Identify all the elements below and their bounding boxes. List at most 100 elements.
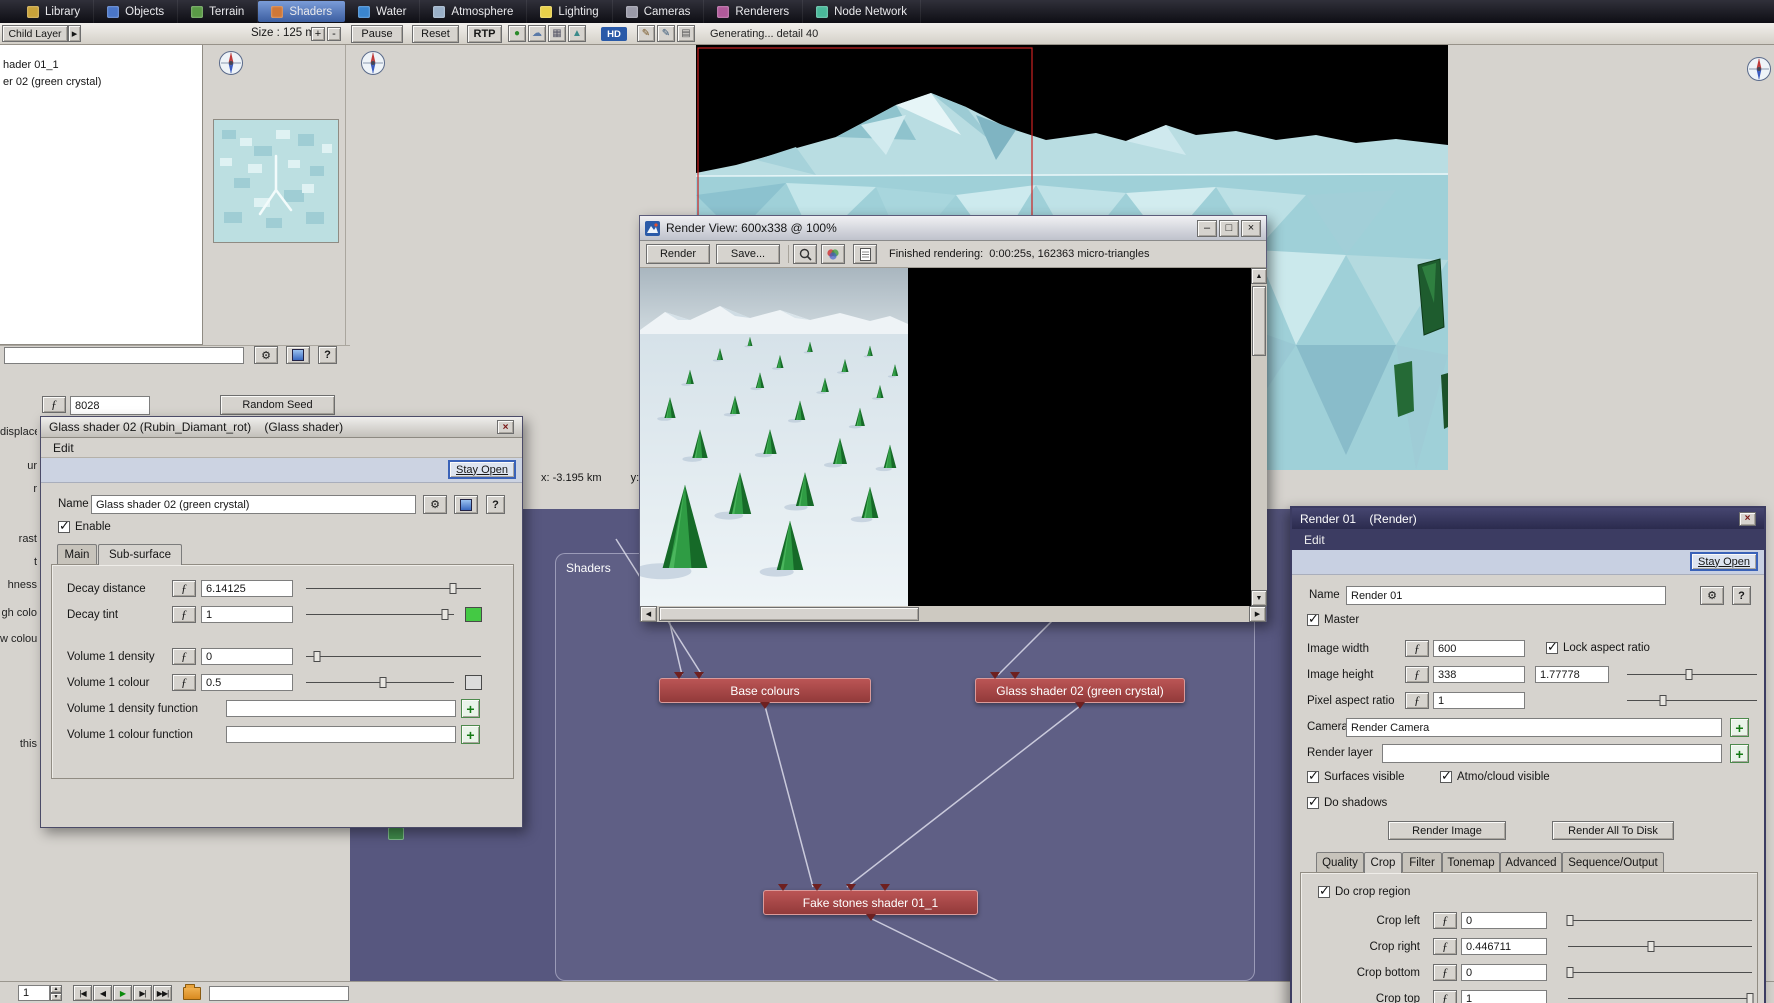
- scrollbar-thumb[interactable]: [659, 607, 919, 621]
- name-input[interactable]: Render 01: [1346, 586, 1666, 605]
- volume1-density-function-input[interactable]: [226, 700, 456, 717]
- tab-cameras[interactable]: Cameras: [613, 0, 705, 23]
- animation-function-icon[interactable]: ƒ: [1433, 912, 1457, 929]
- reset-button[interactable]: Reset: [412, 25, 459, 43]
- terrain-toggle-icon[interactable]: ▲: [568, 25, 586, 42]
- compass-icon[interactable]: [218, 50, 244, 76]
- animation-function-icon[interactable]: ƒ: [1405, 666, 1429, 683]
- decay-tint-slider[interactable]: [306, 607, 454, 622]
- add-camera-button[interactable]: +: [1730, 718, 1749, 737]
- input-connector[interactable]: [778, 884, 788, 891]
- tab-renderers[interactable]: Renderers: [704, 0, 804, 23]
- paint-tool-icon[interactable]: ✎: [637, 25, 655, 42]
- aspect-ratio-input[interactable]: 1.77778: [1535, 666, 1609, 683]
- slider-handle[interactable]: [1659, 695, 1667, 706]
- play-button[interactable]: ▶: [113, 985, 132, 1001]
- input-connector[interactable]: [812, 884, 822, 891]
- checkbox[interactable]: [58, 518, 70, 534]
- tab-main[interactable]: Main: [57, 544, 97, 564]
- layer-panel-icon[interactable]: ▤: [677, 25, 695, 42]
- crop-top-input[interactable]: 1: [1461, 990, 1547, 1003]
- volume1-colour-function-input[interactable]: [226, 726, 456, 743]
- tab-tonemap[interactable]: Tonemap: [1442, 852, 1500, 872]
- slider-handle[interactable]: [379, 677, 387, 688]
- crop-right-slider[interactable]: [1568, 939, 1752, 954]
- do-shadows-checkbox[interactable]: Do shadows: [1307, 794, 1387, 810]
- node-glass-shader[interactable]: Glass shader 02 (green crystal): [975, 672, 1185, 709]
- atmo-visible-checkbox[interactable]: Atmo/cloud visible: [1440, 768, 1550, 784]
- image-height-input[interactable]: 338: [1433, 666, 1525, 683]
- sequence-path-input[interactable]: [209, 986, 349, 1001]
- list-item[interactable]: er 02 (green crystal): [3, 76, 101, 88]
- prev-frame-button[interactable]: ◀: [93, 985, 112, 1001]
- output-connector[interactable]: [1075, 702, 1085, 709]
- frame-stepper[interactable]: ▲ ▼: [50, 985, 62, 1001]
- next-frame-button[interactable]: ▶|: [133, 985, 152, 1001]
- output-connector[interactable]: [760, 702, 770, 709]
- volume1-colour-input[interactable]: 0.5: [201, 674, 293, 691]
- animation-function-icon[interactable]: ƒ: [1433, 990, 1457, 1003]
- add-render-layer-button[interactable]: +: [1730, 744, 1749, 763]
- image-width-input[interactable]: 600: [1433, 640, 1525, 657]
- volume1-colour-slider[interactable]: [306, 675, 454, 690]
- first-frame-button[interactable]: |◀: [73, 985, 92, 1001]
- animation-function-icon[interactable]: ƒ: [1405, 692, 1429, 709]
- stay-open-button[interactable]: Stay Open: [448, 460, 516, 479]
- tab-water[interactable]: Water: [345, 0, 421, 23]
- animation-function-icon[interactable]: ƒ: [172, 648, 196, 665]
- scroll-up-icon[interactable]: ▲: [1251, 268, 1267, 284]
- scroll-down-icon[interactable]: ▼: [1251, 590, 1267, 606]
- animation-function-icon[interactable]: ƒ: [172, 674, 196, 691]
- node-view-button[interactable]: [454, 495, 478, 514]
- input-connector[interactable]: [694, 672, 704, 679]
- enable-checkbox[interactable]: Enable: [58, 518, 111, 534]
- child-layer-dropdown[interactable]: Child Layer: [2, 25, 68, 42]
- spin-down-icon[interactable]: ▼: [50, 993, 62, 1001]
- random-seed-button[interactable]: Random Seed: [220, 395, 335, 415]
- preview-sphere-icon[interactable]: ●: [508, 25, 526, 42]
- help-icon[interactable]: ?: [318, 346, 337, 364]
- tab-crop[interactable]: Crop: [1364, 852, 1402, 873]
- tab-objects[interactable]: Objects: [94, 0, 179, 23]
- crop-left-input[interactable]: 0: [1461, 912, 1547, 929]
- magnifier-icon[interactable]: [793, 244, 817, 264]
- compass-icon[interactable]: [360, 50, 386, 76]
- camera-input[interactable]: Render Camera: [1346, 718, 1722, 737]
- decay-tint-swatch[interactable]: [465, 607, 482, 622]
- help-icon[interactable]: ?: [1732, 586, 1751, 605]
- slider-handle[interactable]: [313, 651, 320, 662]
- volume1-colour-swatch[interactable]: [465, 675, 482, 690]
- partial-node[interactable]: [388, 827, 404, 840]
- size-increase-button[interactable]: +: [311, 27, 325, 41]
- tab-shaders[interactable]: Shaders: [258, 1, 346, 22]
- input-connector[interactable]: [1010, 672, 1020, 679]
- compass-icon[interactable]: [1746, 56, 1772, 82]
- folder-icon[interactable]: [183, 984, 201, 1000]
- slider-handle[interactable]: [1746, 993, 1754, 1003]
- close-icon[interactable]: ×: [1739, 511, 1756, 526]
- tab-node-network[interactable]: Node Network: [803, 0, 921, 23]
- render-all-to-disk-button[interactable]: Render All To Disk: [1552, 821, 1674, 840]
- clouds-toggle-icon[interactable]: ☁: [528, 25, 546, 42]
- maximize-icon[interactable]: □: [1219, 219, 1239, 237]
- node-fake-stones[interactable]: Fake stones shader 01_1: [763, 884, 978, 921]
- slider-handle[interactable]: [441, 609, 449, 620]
- scroll-left-icon[interactable]: ◀: [640, 606, 657, 622]
- mask-tool-icon[interactable]: ✎: [657, 25, 675, 42]
- name-input[interactable]: Glass shader 02 (green crystal): [91, 495, 416, 514]
- animation-function-icon[interactable]: ƒ: [172, 606, 196, 623]
- add-function-button[interactable]: +: [461, 725, 480, 744]
- stay-open-button[interactable]: Stay Open: [1690, 552, 1758, 571]
- volume1-density-input[interactable]: 0: [201, 648, 293, 665]
- slider-handle[interactable]: [1647, 941, 1655, 952]
- save-button[interactable]: Save...: [716, 244, 780, 264]
- surfaces-visible-checkbox[interactable]: Surfaces visible: [1307, 768, 1405, 784]
- render-view-titlebar[interactable]: Render View: 600x338 @ 100% – □ ×: [640, 216, 1266, 241]
- animation-function-icon[interactable]: ƒ: [172, 580, 196, 597]
- tab-advanced[interactable]: Advanced: [1500, 852, 1562, 872]
- node-view-button[interactable]: [286, 346, 310, 364]
- animation-function-icon[interactable]: ƒ: [1433, 938, 1457, 955]
- input-connector[interactable]: [674, 672, 684, 679]
- render-layer-input[interactable]: [1382, 744, 1722, 763]
- tab-library[interactable]: Library: [14, 0, 95, 23]
